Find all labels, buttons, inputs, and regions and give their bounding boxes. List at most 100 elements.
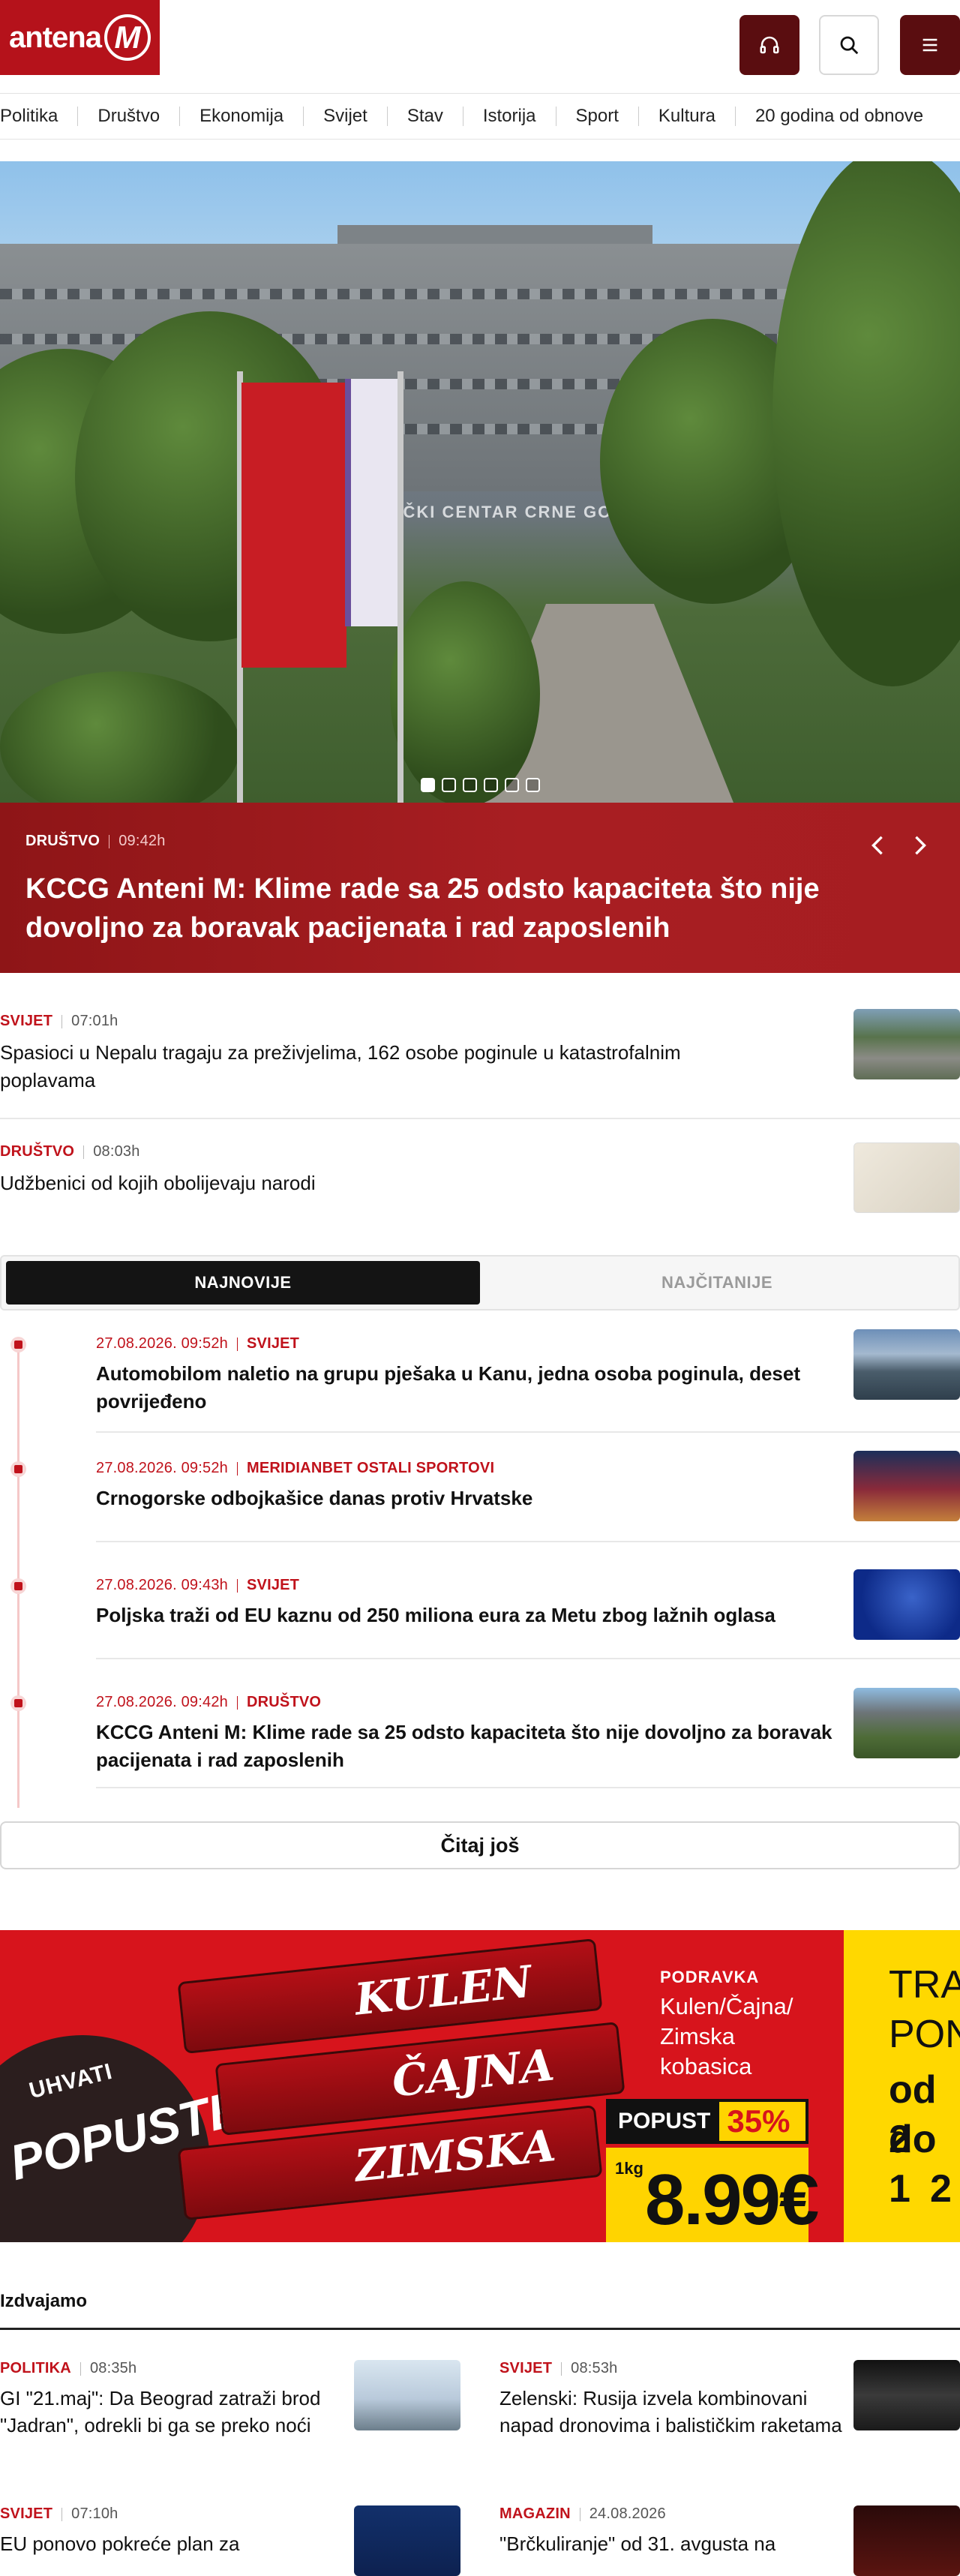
slider-dot[interactable] bbox=[441, 778, 456, 792]
featured-card[interactable]: POLITIKA 08:35h GI "21.maj": Da Beograd … bbox=[0, 2360, 460, 2439]
timeline-title[interactable]: Crnogorske odbojkašice danas protiv Hrva… bbox=[96, 1485, 838, 1512]
nav-item-kultura[interactable]: Kultura bbox=[638, 107, 735, 126]
timeline-date: 27.08.2026. 09:43h bbox=[96, 1577, 228, 1593]
banner-brand-name: PODRAVKA bbox=[660, 1968, 760, 1986]
featured-card[interactable]: SVIJET 07:10h EU ponovo pokreće plan za bbox=[0, 2505, 460, 2576]
news-title[interactable]: Spasioci u Nepalu tragaju za preživjelim… bbox=[0, 1039, 750, 1094]
read-more-button[interactable]: Čitaj još bbox=[0, 1821, 960, 1869]
divider bbox=[0, 1118, 960, 1119]
card-thumbnail[interactable] bbox=[354, 2360, 460, 2430]
hero-category[interactable]: DRUŠTVO bbox=[26, 833, 100, 850]
nav-item-istorija[interactable]: Istorija bbox=[462, 107, 556, 126]
banner-unit: 1kg bbox=[615, 2159, 644, 2178]
banner-price: 8.99€ bbox=[645, 2160, 819, 2240]
timeline-category[interactable]: SVIJET bbox=[247, 1335, 299, 1353]
meta-separator bbox=[83, 1145, 85, 1159]
timeline-category[interactable]: DRUŠTVO bbox=[247, 1694, 321, 1711]
timeline-thumbnail[interactable] bbox=[854, 1569, 960, 1640]
news-item[interactable]: SVIJET 07:01h Spasioci u Nepalu tragaju … bbox=[0, 1009, 960, 1094]
timeline-date: 27.08.2026. 09:52h bbox=[96, 1335, 228, 1352]
timeline-category[interactable]: MERIDIANBET OSTALI SPORTOVI bbox=[247, 1460, 494, 1477]
timeline-title[interactable]: Poljska traži od EU kaznu od 250 miliona… bbox=[96, 1602, 838, 1629]
featured-card[interactable]: SVIJET 08:53h Zelenski: Rusija izvela ko… bbox=[500, 2360, 960, 2439]
divider bbox=[96, 1431, 960, 1433]
timeline-item[interactable]: 27.08.2026. 09:43h SVIJET Poljska traži … bbox=[96, 1569, 960, 1659]
hero-flag bbox=[242, 383, 346, 668]
news-category[interactable]: SVIJET bbox=[0, 1013, 52, 1030]
section-title: Izdvajamo bbox=[0, 2291, 88, 2311]
hero-image[interactable]: KLINIČKI CENTAR CRNE GORE bbox=[0, 161, 960, 803]
news-tabs: NAJNOVIJE NAJČITANIJE bbox=[0, 1255, 960, 1311]
menu-button[interactable] bbox=[900, 15, 960, 75]
slider-prev-button[interactable] bbox=[866, 834, 889, 857]
tab-latest[interactable]: NAJNOVIJE bbox=[6, 1261, 480, 1305]
featured-card[interactable]: MAGAZIN 24.08.2026 "Brčkuliranje" od 31.… bbox=[500, 2505, 960, 2576]
nav-item-drustvo[interactable]: Društvo bbox=[77, 107, 179, 126]
card-title[interactable]: EU ponovo pokreće plan za bbox=[0, 2530, 345, 2557]
slider-next-button[interactable] bbox=[909, 834, 932, 857]
nav-item-sport[interactable]: Sport bbox=[555, 107, 638, 126]
news-thumbnail[interactable] bbox=[854, 1142, 960, 1213]
banner-brand: PODRAVKA Kulen/Čajna/ Zimska kobasica bbox=[660, 1968, 795, 2082]
timeline-meta: 27.08.2026. 09:42h DRUŠTVO bbox=[96, 1694, 960, 1711]
ad-banner[interactable]: UHVATI POPUSTE KULEN ČAJNA ZIMSKA PODRAV… bbox=[0, 1930, 960, 2242]
slider-dot[interactable] bbox=[420, 778, 435, 792]
timeline-line bbox=[17, 1343, 20, 1808]
card-title[interactable]: Zelenski: Rusija izvela kombinovani napa… bbox=[500, 2385, 844, 2439]
news-title[interactable]: Udžbenici od kojih obolijevaju narodi bbox=[0, 1169, 750, 1197]
divider bbox=[96, 1541, 960, 1542]
hero-title[interactable]: KCCG Anteni M: Klime rade sa 25 odsto ka… bbox=[26, 869, 910, 947]
timeline-thumbnail[interactable] bbox=[854, 1688, 960, 1758]
nav-item-stav[interactable]: Stav bbox=[386, 107, 463, 126]
news-thumbnail[interactable] bbox=[854, 1009, 960, 1079]
card-category[interactable]: MAGAZIN bbox=[500, 2505, 571, 2523]
card-title[interactable]: "Brčkuliranje" od 31. avgusta na bbox=[500, 2530, 844, 2557]
slider-dot[interactable] bbox=[525, 778, 540, 792]
news-category[interactable]: DRUŠTVO bbox=[0, 1143, 74, 1160]
timeline-title[interactable]: KCCG Anteni M: Klime rade sa 25 odsto ka… bbox=[96, 1719, 838, 1774]
headphones-icon bbox=[760, 36, 779, 54]
timeline-title[interactable]: Automobilom naletio na grupu pješaka u K… bbox=[96, 1360, 838, 1416]
nav-item-obnova[interactable]: 20 godina od obnove bbox=[734, 107, 943, 126]
audio-button[interactable] bbox=[740, 15, 800, 75]
banner-product-names: Kulen/Čajna/ Zimska kobasica bbox=[660, 1993, 794, 2079]
card-time: 08:53h bbox=[571, 2360, 618, 2376]
nav-item-politika[interactable]: Politika bbox=[0, 107, 77, 126]
site-header: antena M bbox=[0, 0, 960, 93]
hero-tree bbox=[772, 161, 960, 686]
divider bbox=[96, 1787, 960, 1788]
meta-separator bbox=[236, 1578, 238, 1593]
tab-most-read[interactable]: NAJČITANIJE bbox=[480, 1261, 954, 1305]
nav-item-ekonomija[interactable]: Ekonomija bbox=[179, 107, 303, 126]
nav-item-svijet[interactable]: Svijet bbox=[303, 107, 387, 126]
card-title[interactable]: GI "21.maj": Da Beograd zatraži brod "Ja… bbox=[0, 2385, 345, 2439]
timeline-dot bbox=[10, 1578, 26, 1594]
news-item[interactable]: DRUŠTVO 08:03h Udžbenici od kojih obolij… bbox=[0, 1142, 960, 1213]
timeline-item[interactable]: 27.08.2026. 09:42h DRUŠTVO KCCG Anteni M… bbox=[96, 1688, 960, 1788]
timeline-category[interactable]: SVIJET bbox=[247, 1577, 299, 1594]
timeline-thumbnail[interactable] bbox=[854, 1329, 960, 1400]
card-category[interactable]: SVIJET bbox=[500, 2360, 552, 2377]
timeline-item[interactable]: 27.08.2026. 09:52h MERIDIANBET OSTALI SP… bbox=[96, 1451, 960, 1542]
hero-time: 09:42h bbox=[118, 833, 166, 849]
meta-separator bbox=[236, 1461, 238, 1476]
timeline-item[interactable]: 27.08.2026. 09:52h SVIJET Automobilom na… bbox=[96, 1329, 960, 1433]
card-thumbnail[interactable] bbox=[354, 2505, 460, 2576]
site-logo[interactable]: antena M bbox=[0, 0, 160, 75]
banner-discount: POPUST 35% bbox=[606, 2099, 808, 2144]
card-thumbnail[interactable] bbox=[854, 2505, 960, 2576]
timeline-dot bbox=[10, 1461, 26, 1477]
timeline-thumbnail[interactable] bbox=[854, 1451, 960, 1521]
hero-flagpole bbox=[398, 371, 404, 803]
card-category[interactable]: SVIJET bbox=[0, 2505, 52, 2523]
card-category[interactable]: POLITIKA bbox=[0, 2360, 71, 2377]
timeline-date: 27.08.2026. 09:42h bbox=[96, 1694, 228, 1710]
slider-dot[interactable] bbox=[504, 778, 519, 792]
meta-separator bbox=[109, 834, 110, 848]
search-button[interactable] bbox=[819, 15, 879, 75]
card-thumbnail[interactable] bbox=[854, 2360, 960, 2430]
slider-dot[interactable] bbox=[483, 778, 498, 792]
divider bbox=[96, 1658, 960, 1659]
slider-dot[interactable] bbox=[462, 778, 477, 792]
timeline-meta: 27.08.2026. 09:52h MERIDIANBET OSTALI SP… bbox=[96, 1460, 960, 1477]
